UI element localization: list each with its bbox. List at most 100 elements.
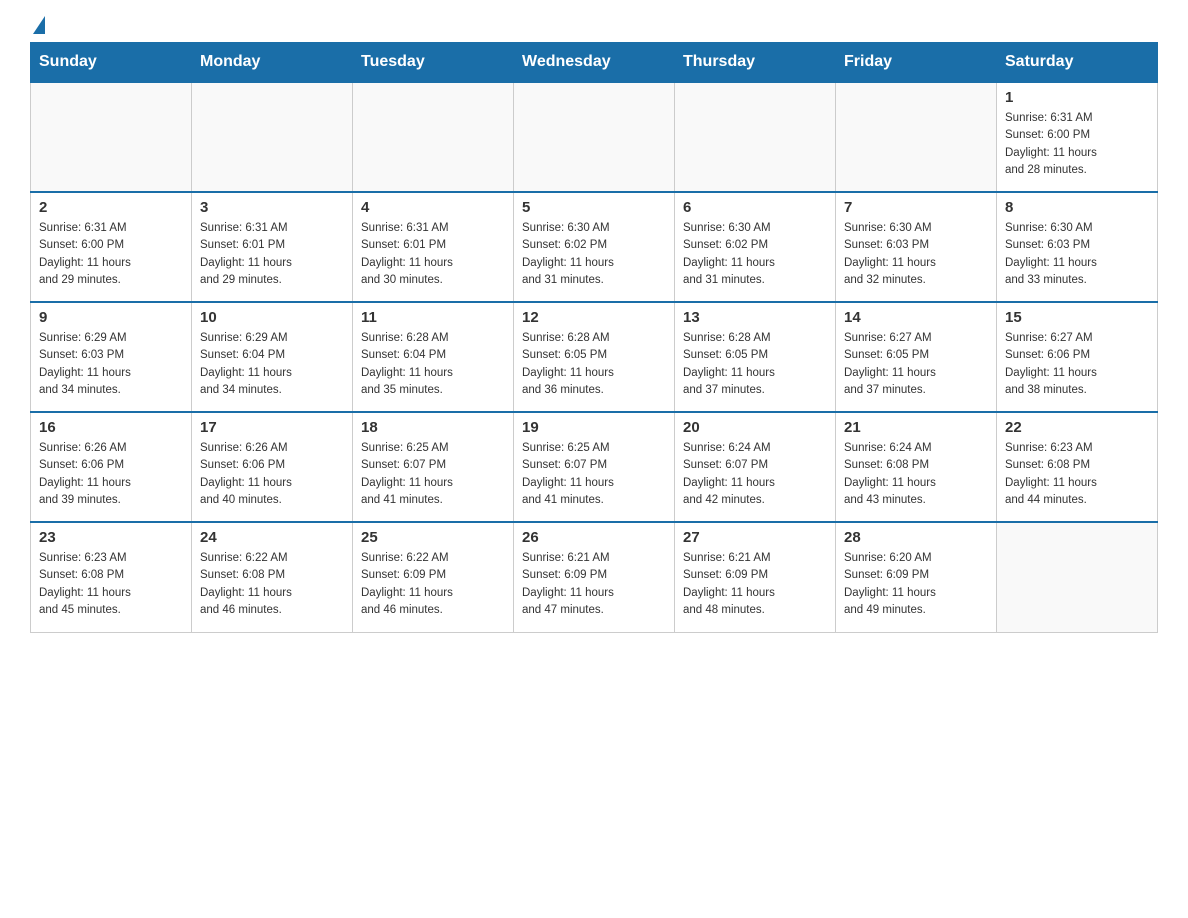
day-number: 18 bbox=[361, 419, 505, 436]
day-info: Sunrise: 6:30 AM Sunset: 6:03 PM Dayligh… bbox=[1005, 220, 1149, 289]
day-number: 27 bbox=[683, 529, 827, 546]
calendar-week-row: 23 Sunrise: 6:23 AM Sunset: 6:08 PM Dayli… bbox=[31, 522, 1158, 632]
calendar-cell bbox=[997, 522, 1158, 632]
calendar-cell: 9 Sunrise: 6:29 AM Sunset: 6:03 PM Daylig… bbox=[31, 302, 192, 412]
calendar-cell: 13 Sunrise: 6:28 AM Sunset: 6:05 PM Dayli… bbox=[675, 302, 836, 412]
weekday-header-friday: Friday bbox=[836, 43, 997, 83]
day-info: Sunrise: 6:31 AM Sunset: 6:01 PM Dayligh… bbox=[200, 220, 344, 289]
calendar-cell: 16 Sunrise: 6:26 AM Sunset: 6:06 PM Dayli… bbox=[31, 412, 192, 522]
day-info: Sunrise: 6:27 AM Sunset: 6:06 PM Dayligh… bbox=[1005, 330, 1149, 399]
day-info: Sunrise: 6:31 AM Sunset: 6:01 PM Dayligh… bbox=[361, 220, 505, 289]
calendar-cell bbox=[836, 82, 997, 192]
calendar-cell: 4 Sunrise: 6:31 AM Sunset: 6:01 PM Daylig… bbox=[353, 192, 514, 302]
calendar-cell: 15 Sunrise: 6:27 AM Sunset: 6:06 PM Dayli… bbox=[997, 302, 1158, 412]
day-number: 17 bbox=[200, 419, 344, 436]
day-info: Sunrise: 6:28 AM Sunset: 6:05 PM Dayligh… bbox=[683, 330, 827, 399]
calendar-cell: 8 Sunrise: 6:30 AM Sunset: 6:03 PM Daylig… bbox=[997, 192, 1158, 302]
day-number: 26 bbox=[522, 529, 666, 546]
calendar-cell: 25Sunrise: 6:22 AM Sunset: 6:09 PM Dayli… bbox=[353, 522, 514, 632]
day-number: 1 bbox=[1005, 89, 1149, 106]
calendar-week-row: 16 Sunrise: 6:26 AM Sunset: 6:06 PM Dayli… bbox=[31, 412, 1158, 522]
calendar-cell: 7Sunrise: 6:30 AM Sunset: 6:03 PM Daylig… bbox=[836, 192, 997, 302]
calendar-cell bbox=[514, 82, 675, 192]
day-number: 9 bbox=[39, 309, 183, 326]
day-number: 15 bbox=[1005, 309, 1149, 326]
day-info: Sunrise: 6:26 AM Sunset: 6:06 PM Dayligh… bbox=[200, 440, 344, 509]
calendar-cell: 18 Sunrise: 6:25 AM Sunset: 6:07 PM Dayli… bbox=[353, 412, 514, 522]
day-number: 10 bbox=[200, 309, 344, 326]
day-info: Sunrise: 6:28 AM Sunset: 6:04 PM Dayligh… bbox=[361, 330, 505, 399]
logo-triangle-icon bbox=[33, 16, 45, 34]
calendar-cell: 2 Sunrise: 6:31 AM Sunset: 6:00 PM Daylig… bbox=[31, 192, 192, 302]
calendar-cell: 10 Sunrise: 6:29 AM Sunset: 6:04 PM Dayli… bbox=[192, 302, 353, 412]
calendar-cell: 23 Sunrise: 6:23 AM Sunset: 6:08 PM Dayli… bbox=[31, 522, 192, 632]
day-number: 2 bbox=[39, 199, 183, 216]
weekday-header-monday: Monday bbox=[192, 43, 353, 83]
day-number: 12 bbox=[522, 309, 666, 326]
day-info: Sunrise: 6:21 AM Sunset: 6:09 PM Dayligh… bbox=[522, 550, 666, 619]
calendar-cell: 14 Sunrise: 6:27 AM Sunset: 6:05 PM Dayli… bbox=[836, 302, 997, 412]
day-number: 14 bbox=[844, 309, 988, 326]
day-info: Sunrise: 6:31 AM Sunset: 6:00 PM Dayligh… bbox=[39, 220, 183, 289]
calendar-cell: 19 Sunrise: 6:25 AM Sunset: 6:07 PM Dayli… bbox=[514, 412, 675, 522]
day-info: Sunrise: 6:24 AM Sunset: 6:08 PM Dayligh… bbox=[844, 440, 988, 509]
day-number: 11 bbox=[361, 309, 505, 326]
day-number: 20 bbox=[683, 419, 827, 436]
day-info: Sunrise: 6:30 AM Sunset: 6:03 PM Dayligh… bbox=[844, 220, 988, 289]
calendar-cell: 20 Sunrise: 6:24 AM Sunset: 6:07 PM Dayli… bbox=[675, 412, 836, 522]
weekday-header-wednesday: Wednesday bbox=[514, 43, 675, 83]
day-number: 21 bbox=[844, 419, 988, 436]
calendar-cell bbox=[31, 82, 192, 192]
calendar-cell bbox=[353, 82, 514, 192]
day-info: Sunrise: 6:31 AM Sunset: 6:00 PM Dayligh… bbox=[1005, 110, 1149, 179]
day-number: 22 bbox=[1005, 419, 1149, 436]
calendar-cell: 26 Sunrise: 6:21 AM Sunset: 6:09 PM Dayli… bbox=[514, 522, 675, 632]
day-number: 16 bbox=[39, 419, 183, 436]
day-number: 6 bbox=[683, 199, 827, 216]
day-info: Sunrise: 6:23 AM Sunset: 6:08 PM Dayligh… bbox=[39, 550, 183, 619]
day-number: 28 bbox=[844, 529, 988, 546]
day-info: Sunrise: 6:20 AM Sunset: 6:09 PM Dayligh… bbox=[844, 550, 988, 619]
day-info: Sunrise: 6:24 AM Sunset: 6:07 PM Dayligh… bbox=[683, 440, 827, 509]
calendar-week-row: 1 Sunrise: 6:31 AM Sunset: 6:00 PM Daylig… bbox=[31, 82, 1158, 192]
day-info: Sunrise: 6:30 AM Sunset: 6:02 PM Dayligh… bbox=[683, 220, 827, 289]
calendar-cell: 3 Sunrise: 6:31 AM Sunset: 6:01 PM Daylig… bbox=[192, 192, 353, 302]
calendar-table: SundayMondayTuesdayWednesdayThursdayFrid… bbox=[30, 42, 1158, 633]
calendar-week-row: 9 Sunrise: 6:29 AM Sunset: 6:03 PM Daylig… bbox=[31, 302, 1158, 412]
day-number: 3 bbox=[200, 199, 344, 216]
day-number: 4 bbox=[361, 199, 505, 216]
day-number: 13 bbox=[683, 309, 827, 326]
calendar-cell: 24Sunrise: 6:22 AM Sunset: 6:08 PM Dayli… bbox=[192, 522, 353, 632]
weekday-header-tuesday: Tuesday bbox=[353, 43, 514, 83]
day-info: Sunrise: 6:25 AM Sunset: 6:07 PM Dayligh… bbox=[361, 440, 505, 509]
day-info: Sunrise: 6:29 AM Sunset: 6:04 PM Dayligh… bbox=[200, 330, 344, 399]
day-number: 19 bbox=[522, 419, 666, 436]
day-info: Sunrise: 6:28 AM Sunset: 6:05 PM Dayligh… bbox=[522, 330, 666, 399]
day-info: Sunrise: 6:30 AM Sunset: 6:02 PM Dayligh… bbox=[522, 220, 666, 289]
day-number: 8 bbox=[1005, 199, 1149, 216]
calendar-cell: 28 Sunrise: 6:20 AM Sunset: 6:09 PM Dayli… bbox=[836, 522, 997, 632]
day-number: 23 bbox=[39, 529, 183, 546]
calendar-cell: 22 Sunrise: 6:23 AM Sunset: 6:08 PM Dayli… bbox=[997, 412, 1158, 522]
calendar-cell: 21 Sunrise: 6:24 AM Sunset: 6:08 PM Dayli… bbox=[836, 412, 997, 522]
weekday-header-row: SundayMondayTuesdayWednesdayThursdayFrid… bbox=[31, 43, 1158, 83]
calendar-cell: 17 Sunrise: 6:26 AM Sunset: 6:06 PM Dayli… bbox=[192, 412, 353, 522]
calendar-cell bbox=[192, 82, 353, 192]
calendar-cell: 6 Sunrise: 6:30 AM Sunset: 6:02 PM Daylig… bbox=[675, 192, 836, 302]
weekday-header-thursday: Thursday bbox=[675, 43, 836, 83]
day-number: 25 bbox=[361, 529, 505, 546]
day-number: 24 bbox=[200, 529, 344, 546]
weekday-header-sunday: Sunday bbox=[31, 43, 192, 83]
calendar-cell bbox=[675, 82, 836, 192]
day-info: Sunrise: 6:21 AM Sunset: 6:09 PM Dayligh… bbox=[683, 550, 827, 619]
day-info: Sunrise: 6:29 AM Sunset: 6:03 PM Dayligh… bbox=[39, 330, 183, 399]
day-info: Sunrise: 6:26 AM Sunset: 6:06 PM Dayligh… bbox=[39, 440, 183, 509]
day-info: Sunrise: 6:25 AM Sunset: 6:07 PM Dayligh… bbox=[522, 440, 666, 509]
day-info: Sunrise: 6:27 AM Sunset: 6:05 PM Dayligh… bbox=[844, 330, 988, 399]
calendar-cell: 12 Sunrise: 6:28 AM Sunset: 6:05 PM Dayli… bbox=[514, 302, 675, 412]
calendar-cell: 11 Sunrise: 6:28 AM Sunset: 6:04 PM Dayli… bbox=[353, 302, 514, 412]
day-info: Sunrise: 6:23 AM Sunset: 6:08 PM Dayligh… bbox=[1005, 440, 1149, 509]
day-number: 5 bbox=[522, 199, 666, 216]
logo bbox=[30, 20, 45, 32]
weekday-header-saturday: Saturday bbox=[997, 43, 1158, 83]
